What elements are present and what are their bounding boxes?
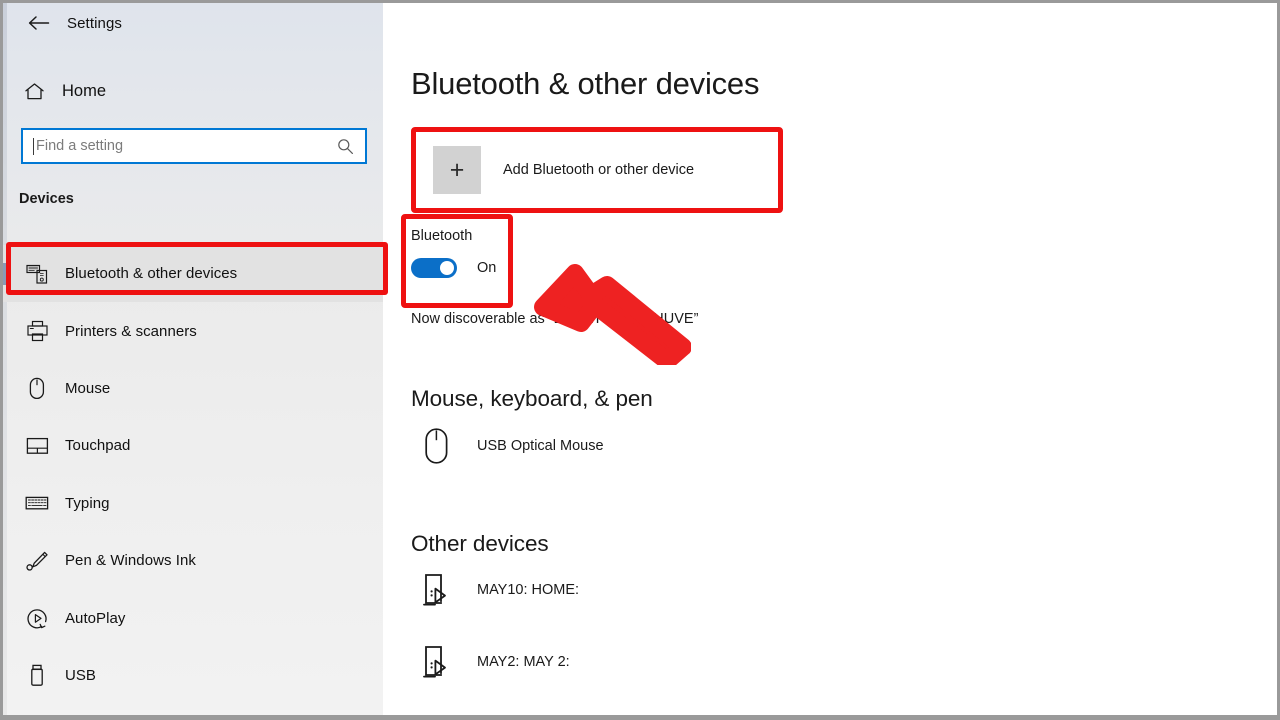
sidebar-item-printers-scanners[interactable]: Printers & scanners <box>3 302 383 359</box>
printer-icon <box>20 320 54 342</box>
device-row[interactable]: MAY2: MAY 2: <box>413 643 570 681</box>
back-button[interactable] <box>17 7 61 39</box>
device-name: USB Optical Mouse <box>477 438 604 454</box>
sidebar-item-label: Printers & scanners <box>65 322 197 340</box>
search-icon[interactable] <box>337 138 354 155</box>
sidebar: Settings Home Find a setting Devices Blu… <box>3 3 383 715</box>
usb-icon <box>20 664 54 687</box>
sidebar-section-label: Devices <box>19 191 74 207</box>
cast-device-icon <box>413 571 459 609</box>
pen-icon <box>20 550 54 572</box>
touchpad-icon <box>20 437 54 455</box>
title-bar: Settings <box>3 3 383 43</box>
bluetooth-toggle[interactable] <box>411 258 457 278</box>
sidebar-item-label: Bluetooth & other devices <box>65 265 238 283</box>
search-input[interactable]: Find a setting <box>21 128 367 164</box>
cast-device-icon <box>413 643 459 681</box>
sidebar-nav-list: Bluetooth & other devices Printers & sca… <box>3 245 383 704</box>
bluetooth-label: Bluetooth <box>411 228 473 244</box>
sidebar-item-label: Mouse <box>65 379 111 397</box>
sidebar-item-bluetooth-other-devices[interactable]: Bluetooth & other devices <box>3 245 383 303</box>
device-name: MAY10: HOME: <box>477 582 580 598</box>
bluetooth-devices-icon <box>20 263 54 284</box>
window-title: Settings <box>67 14 122 32</box>
selection-indicator <box>3 320 7 342</box>
sidebar-item-typing[interactable]: Typing <box>3 475 383 532</box>
sidebar-item-label: USB <box>65 666 96 684</box>
main-content: Bluetooth & other devices + Add Bluetoot… <box>383 3 1277 715</box>
sidebar-item-touchpad[interactable]: Touchpad <box>3 417 383 474</box>
search-placeholder: Find a setting <box>36 138 124 154</box>
back-arrow-icon <box>28 16 50 30</box>
mouse-icon <box>20 377 54 400</box>
device-name: MAY2: MAY 2: <box>477 654 570 670</box>
discoverable-text: Now discoverable as “DESKTOP-93BHUVE” <box>411 311 699 327</box>
page-title: Bluetooth & other devices <box>411 66 760 101</box>
bluetooth-toggle-state: On <box>477 260 497 276</box>
selection-indicator <box>3 550 7 572</box>
selection-indicator <box>3 607 7 629</box>
selection-indicator <box>3 664 7 686</box>
sidebar-item-label: Typing <box>65 494 110 512</box>
text-caret <box>33 137 34 155</box>
sidebar-item-autoplay[interactable]: AutoPlay <box>3 589 383 646</box>
sidebar-item-pen-windows-ink[interactable]: Pen & Windows Ink <box>3 532 383 589</box>
sidebar-item-label: Pen & Windows Ink <box>65 552 196 570</box>
selection-indicator <box>3 435 7 457</box>
home-label: Home <box>62 81 107 100</box>
group-heading-other-devices: Other devices <box>411 531 549 556</box>
settings-window: Settings Home Find a setting Devices Blu… <box>0 0 1280 720</box>
selection-indicator <box>3 492 7 514</box>
home-icon <box>17 82 51 101</box>
sidebar-item-mouse[interactable]: Mouse <box>3 360 383 417</box>
group-heading-mouse-keyboard-pen: Mouse, keyboard, & pen <box>411 386 653 411</box>
sidebar-item-label: AutoPlay <box>65 609 126 627</box>
add-device-button[interactable]: + Add Bluetooth or other device <box>411 133 785 207</box>
plus-icon: + <box>433 146 481 194</box>
sidebar-item-usb[interactable]: USB <box>3 647 383 704</box>
device-row[interactable]: MAY10: HOME: <box>413 571 579 609</box>
toggle-knob <box>440 261 454 275</box>
autoplay-icon <box>20 607 54 630</box>
sidebar-item-label: Touchpad <box>65 437 131 455</box>
keyboard-icon <box>20 495 54 511</box>
mouse-device-icon <box>413 427 459 465</box>
selection-indicator <box>3 377 7 399</box>
sidebar-item-home[interactable]: Home <box>3 73 383 109</box>
device-row[interactable]: USB Optical Mouse <box>413 427 604 465</box>
selection-indicator <box>3 262 7 285</box>
add-device-label: Add Bluetooth or other device <box>503 162 695 178</box>
bluetooth-toggle-row: On <box>411 258 496 278</box>
bluetooth-section: Bluetooth On <box>411 228 496 278</box>
